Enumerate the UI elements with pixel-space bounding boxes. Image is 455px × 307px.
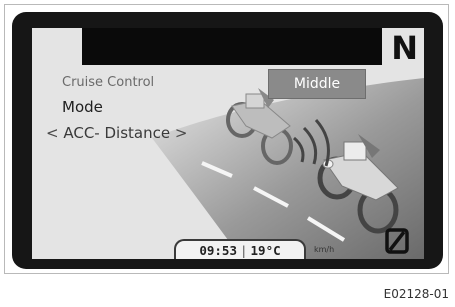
figure-caption: E02128-01 xyxy=(383,287,449,301)
menu-sub-selector[interactable]: < ACC- Distance > xyxy=(46,124,187,142)
speed-unit: km/h xyxy=(314,245,335,254)
ambient-temperature: 19°C xyxy=(250,243,281,258)
bottom-status-bar: 09:53 | 19°C xyxy=(174,239,306,259)
tft-screen: N Cruise Control Mode < ACC- Distance > … xyxy=(32,28,424,259)
status-separator: | xyxy=(240,243,248,258)
zero-slash-icon xyxy=(385,228,409,254)
menu-sub-label: ACC- Distance xyxy=(63,124,171,142)
selected-value-box[interactable]: Middle xyxy=(268,69,366,99)
clock-time: 09:53 xyxy=(199,243,237,258)
chevron-right-icon[interactable]: > xyxy=(175,124,188,142)
chevron-left-icon[interactable]: < xyxy=(46,124,59,142)
menu-title: Cruise Control xyxy=(62,75,155,90)
menu-item-mode[interactable]: Mode xyxy=(62,98,103,116)
top-status-bar xyxy=(82,28,382,65)
gear-indicator: N xyxy=(391,29,418,67)
